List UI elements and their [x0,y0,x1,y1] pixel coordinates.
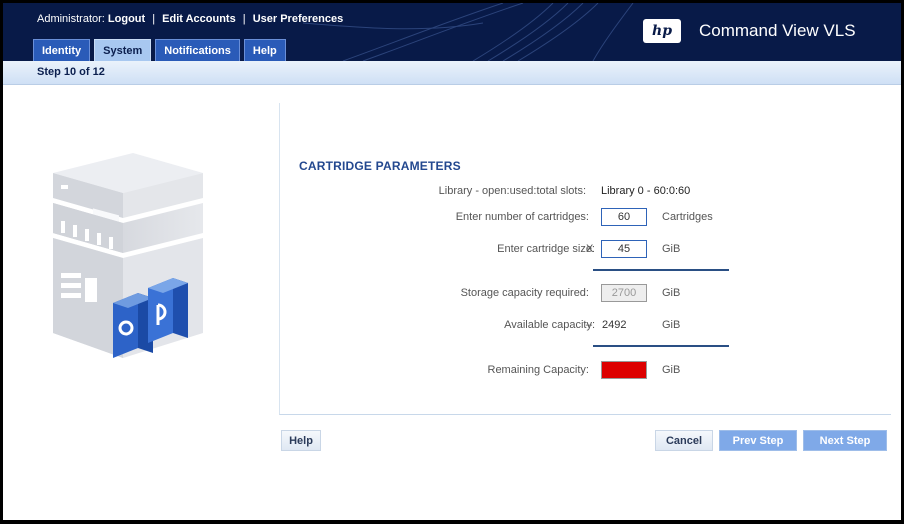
divider [593,269,729,271]
section-title: CARTRIDGE PARAMETERS [299,159,461,173]
storage-required-unit: GiB [662,287,681,299]
header-bar: Administrator: Logout | Edit Accounts | … [3,3,901,61]
user-preferences-link[interactable]: User Preferences [253,13,344,25]
admin-bar: Administrator: Logout | Edit Accounts | … [37,13,343,25]
storage-required-field: 2700 [601,284,647,302]
brand-title: Command View VLS [699,21,856,40]
tab-help[interactable]: Help [243,39,286,61]
help-button[interactable]: Help [281,430,321,451]
separator: | [152,13,156,25]
available-capacity-unit: GiB [662,319,681,331]
remaining-capacity-unit: GiB [662,364,681,376]
next-step-button[interactable]: Next Step [803,430,887,451]
cartridge-parameters-panel: CARTRIDGE PARAMETERS Library - open:used… [279,103,891,415]
num-cartridges-label: Enter number of cartridges: [455,211,589,223]
cartridge-size-unit: GiB [662,243,681,255]
prev-step-button[interactable]: Prev Step [719,430,797,451]
brand: hp Command View VLS [643,19,856,43]
cartridge-size-input[interactable]: 45 [601,240,647,258]
tab-notifications[interactable]: Notifications [155,39,240,61]
admin-label: Administrator: [37,13,105,25]
step-bar: Step 10 of 12 [3,61,901,85]
num-cartridges-input[interactable]: 60 [601,208,647,226]
tab-system[interactable]: System [94,39,152,61]
hp-logo-icon: hp [643,19,681,43]
available-capacity-value: 2492 [602,319,627,331]
step-indicator: Step 10 of 12 [37,66,105,78]
cancel-button[interactable]: Cancel [655,430,713,451]
multiply-operator: X [586,243,594,255]
slots-value: Library 0 - 60:0:60 [601,185,691,197]
edit-accounts-link[interactable]: Edit Accounts [162,13,236,25]
divider [593,345,729,347]
server-illustration-icon [53,153,203,358]
num-cartridges-unit: Cartridges [662,211,713,223]
hp-logo-text: hp [652,23,672,39]
header-decoration [303,3,634,61]
separator: | [242,13,246,25]
storage-required-label: Storage capacity required: [460,287,589,299]
subtract-operator: – [586,319,593,331]
slots-label: Library - open:used:total slots: [438,185,586,197]
cartridge-size-label: Enter cartridge size: [497,243,595,255]
tab-bar: Identity System Notifications Help [33,39,286,61]
logout-link[interactable]: Logout [108,13,145,25]
remaining-capacity-label: Remaining Capacity: [487,364,590,376]
app-window: Administrator: Logout | Edit Accounts | … [0,0,904,524]
remaining-capacity-field [601,361,647,379]
tab-identity[interactable]: Identity [33,39,91,61]
available-capacity-label: Available capacity: [504,319,595,331]
